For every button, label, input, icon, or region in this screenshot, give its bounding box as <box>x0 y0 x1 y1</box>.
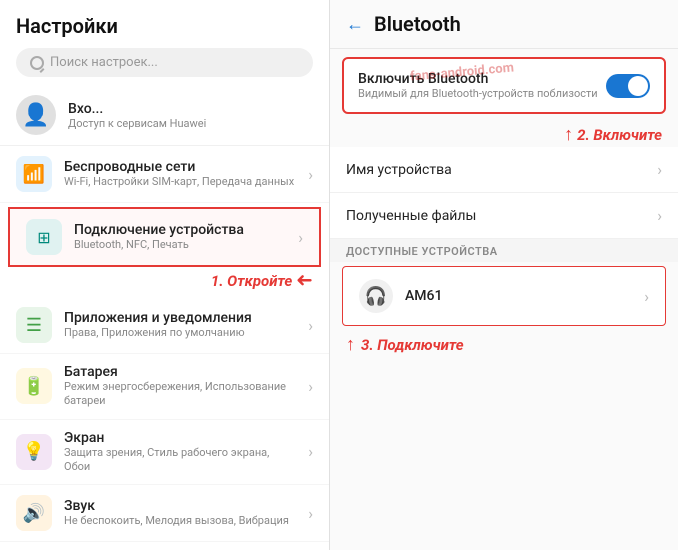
profile-row[interactable]: 👤 Вхо... Доступ к сервисам Huawei <box>0 85 329 146</box>
left-header: Настройки Поиск настроек... <box>0 0 329 85</box>
page-title: Настройки <box>16 14 313 38</box>
battery-subtitle: Режим энергосбережения, Использование ба… <box>64 380 296 409</box>
left-panel: Настройки Поиск настроек... 👤 Вхо... Дос… <box>0 0 330 550</box>
device-name-row[interactable]: Имя устройства › <box>330 147 678 193</box>
am61-icon: 🎧 <box>359 279 393 313</box>
sound-subtitle: Не беспокоить, Мелодия вызова, Вибрация <box>64 514 289 528</box>
am61-name: AM61 <box>405 288 632 304</box>
wireless-subtitle: Wi-Fi, Настройки SIM-карт, Передача данн… <box>64 175 294 189</box>
display-icon: 💡 <box>16 434 52 470</box>
avatar: 👤 <box>16 95 56 135</box>
bluetooth-toggle-text: Включить Bluetooth Видимый для Bluetooth… <box>358 71 598 100</box>
avatar-icon: 👤 <box>22 103 49 128</box>
back-button[interactable]: ← <box>346 14 364 35</box>
annotation-2: 2. Включите <box>577 126 662 144</box>
display-text: Экран Защита зрения, Стиль рабочего экра… <box>64 430 296 475</box>
bluetooth-enable-label: Включить Bluetooth <box>358 71 598 87</box>
device-am61-row[interactable]: 🎧 AM61 › <box>342 266 666 326</box>
annotation-1: 1. Откройте <box>211 272 292 290</box>
device-name-chevron: › <box>657 160 662 179</box>
settings-item-apps[interactable]: ☰ Приложения и уведомления Права, Прилож… <box>0 297 329 354</box>
bluetooth-toggle-row: Включить Bluetooth Видимый для Bluetooth… <box>358 71 650 100</box>
settings-item-device-connection[interactable]: ⊞ Подключение устройства Bluetooth, NFC,… <box>8 207 321 267</box>
profile-name: Вхо... <box>68 101 206 117</box>
settings-item-display[interactable]: 💡 Экран Защита зрения, Стиль рабочего эк… <box>0 420 329 486</box>
annotation-3: 3. Подключите <box>361 336 464 354</box>
wireless-text: Беспроводные сети Wi-Fi, Настройки SIM-к… <box>64 159 294 189</box>
sound-icon: 🔊 <box>16 495 52 531</box>
apps-chevron: › <box>308 316 313 335</box>
right-title: Bluetooth <box>374 12 461 36</box>
battery-chevron: › <box>308 377 313 396</box>
settings-item-battery[interactable]: 🔋 Батарея Режим энергосбережения, Исполь… <box>0 354 329 420</box>
am61-chevron: › <box>644 287 649 306</box>
search-bar[interactable]: Поиск настроек... <box>16 48 313 77</box>
wireless-title: Беспроводные сети <box>64 159 294 175</box>
apps-text: Приложения и уведомления Права, Приложен… <box>64 310 252 340</box>
display-chevron: › <box>308 442 313 461</box>
wireless-chevron: › <box>308 165 313 184</box>
arrow-1: ➜ <box>296 269 313 293</box>
settings-list: 📶 Беспроводные сети Wi-Fi, Настройки SIM… <box>0 146 329 550</box>
device-connection-text: Подключение устройства Bluetooth, NFC, П… <box>74 222 244 252</box>
apps-title: Приложения и уведомления <box>64 310 252 326</box>
battery-icon: 🔋 <box>16 368 52 404</box>
apps-subtitle: Права, Приложения по умолчанию <box>64 326 252 340</box>
device-connection-chevron: › <box>298 228 303 247</box>
search-icon <box>30 56 44 70</box>
sound-text: Звук Не беспокоить, Мелодия вызова, Вибр… <box>64 498 289 528</box>
display-title: Экран <box>64 430 296 446</box>
settings-item-memory[interactable]: 💾 Память Память, Очистка памяти › <box>0 542 329 550</box>
profile-subtitle: Доступ к сервисам Huawei <box>68 117 206 130</box>
device-connection-icon: ⊞ <box>26 219 62 255</box>
right-header: ← Bluetooth <box>330 0 678 49</box>
sound-chevron: › <box>308 504 313 523</box>
toggle-knob <box>628 76 648 96</box>
annotation-2-row: ↑ 2. Включите <box>330 124 678 145</box>
bluetooth-toggle-section: Включить Bluetooth Видимый для Bluetooth… <box>342 57 666 114</box>
battery-text: Батарея Режим энергосбережения, Использо… <box>64 364 296 409</box>
received-files-chevron: › <box>657 206 662 225</box>
settings-item-sound[interactable]: 🔊 Звук Не беспокоить, Мелодия вызова, Ви… <box>0 485 329 542</box>
settings-item-wireless[interactable]: 📶 Беспроводные сети Wi-Fi, Настройки SIM… <box>0 146 329 203</box>
arrow-2: ↑ <box>564 124 573 145</box>
display-subtitle: Защита зрения, Стиль рабочего экрана, Об… <box>64 446 296 475</box>
battery-title: Батарея <box>64 364 296 380</box>
arrow-3: ↑ <box>346 334 355 355</box>
received-files-row[interactable]: Полученные файлы › <box>330 193 678 239</box>
apps-icon: ☰ <box>16 307 52 343</box>
bluetooth-enable-sublabel: Видимый для Bluetooth-устройств поблизос… <box>358 87 598 100</box>
annotation-3-row: ↑ 3. Подключите <box>330 330 678 357</box>
device-connection-title: Подключение устройства <box>74 222 244 238</box>
profile-text: Вхо... Доступ к сервисам Huawei <box>68 101 206 130</box>
bluetooth-toggle[interactable] <box>606 74 650 98</box>
available-devices-section: ДОСТУПНЫЕ УСТРОЙСТВА <box>330 239 678 262</box>
device-connection-subtitle: Bluetooth, NFC, Печать <box>74 238 244 252</box>
device-name-label: Имя устройства <box>346 162 657 178</box>
right-panel: fans-android.com ← Bluetooth Включить Bl… <box>330 0 678 550</box>
sound-title: Звук <box>64 498 289 514</box>
received-files-label: Полученные файлы <box>346 208 657 224</box>
search-placeholder: Поиск настроек... <box>50 55 158 70</box>
wireless-icon: 📶 <box>16 156 52 192</box>
